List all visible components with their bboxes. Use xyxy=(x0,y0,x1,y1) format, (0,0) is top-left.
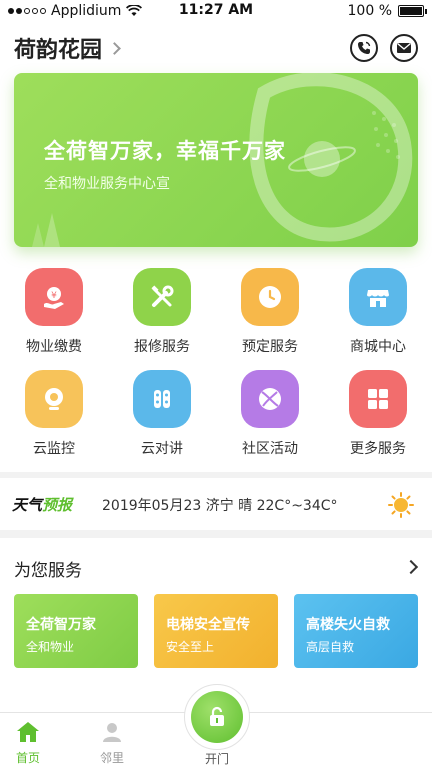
for-you-header[interactable]: 为您服务 xyxy=(14,556,419,581)
neighbors-icon xyxy=(103,723,121,742)
tab-neighbors[interactable]: 邻里 xyxy=(84,721,140,766)
card-title: 高楼失火自救 xyxy=(306,617,390,633)
tab-label: 首页 xyxy=(15,751,40,765)
service-cloud-monitor[interactable]: 云监控 xyxy=(0,370,108,458)
svg-text:¥: ¥ xyxy=(51,291,57,301)
card-title: 电梯安全宣传 xyxy=(166,617,250,633)
service-label: 云监控 xyxy=(33,441,75,457)
service-label: 更多服务 xyxy=(350,441,406,457)
for-you-cards: 全荷智万家 全和物业 电梯安全宣传 安全至上 高楼失火自救 高层自救 xyxy=(14,594,418,668)
weather-text: 2019年05月23 济宁 晴 22C°~34C° xyxy=(102,498,338,514)
banner-headline: 全荷智万家，幸福千万家 xyxy=(44,139,286,163)
payment-icon: ¥ xyxy=(25,268,83,326)
service-label: 云对讲 xyxy=(141,441,183,457)
status-bar: Applidium 11:27 AM 100 % xyxy=(0,0,432,22)
weather-logo-part2: 预报 xyxy=(42,496,73,514)
service-mall[interactable]: 商城中心 xyxy=(324,268,432,356)
service-property-payment[interactable]: ¥ 物业缴费 xyxy=(0,268,108,356)
banner-subtitle: 全和物业服务中心宣 xyxy=(44,176,170,192)
weather-bar[interactable]: 天气预报 2019年05月23 济宁 晴 22C°~34C° xyxy=(0,478,432,530)
grid-icon xyxy=(349,370,407,428)
card-fire-rescue[interactable]: 高楼失火自救 高层自救 xyxy=(294,594,418,668)
service-cloud-intercom[interactable]: 云对讲 xyxy=(108,370,216,458)
mail-icon[interactable] xyxy=(390,34,418,62)
card-subtitle: 全和物业 xyxy=(26,640,75,654)
open-door-label: 开门 xyxy=(204,752,229,766)
service-community-events[interactable]: 社区活动 xyxy=(216,370,324,458)
tab-home[interactable]: 首页 xyxy=(0,721,56,766)
weather-logo-part1: 天气 xyxy=(12,496,43,514)
battery-percent: 100 % xyxy=(347,3,392,19)
repair-icon xyxy=(133,268,191,326)
promo-banner[interactable]: 全荷智万家，幸福千万家 全和物业服务中心宣 xyxy=(14,73,418,247)
home-icon xyxy=(17,722,39,742)
community-selector[interactable]: 荷韵花园 xyxy=(14,32,121,64)
status-right: 100 % xyxy=(347,3,427,19)
intercom-icon xyxy=(133,370,191,428)
community-title: 荷韵花园 xyxy=(14,38,103,63)
card-quanhe[interactable]: 全荷智万家 全和物业 xyxy=(14,594,138,668)
clock-icon xyxy=(241,268,299,326)
card-subtitle: 高层自救 xyxy=(306,640,355,654)
service-label: 预定服务 xyxy=(242,339,298,355)
service-more[interactable]: 更多服务 xyxy=(324,370,432,458)
header-actions xyxy=(350,34,418,62)
open-door-circle xyxy=(184,684,250,750)
divider xyxy=(0,530,432,538)
battery-icon xyxy=(398,5,427,17)
service-repair[interactable]: 报修服务 xyxy=(108,268,216,356)
card-title: 全荷智万家 xyxy=(26,617,96,633)
tab-label: 邻里 xyxy=(99,751,124,765)
phone-icon[interactable] xyxy=(350,34,378,62)
sun-icon xyxy=(388,492,414,518)
ball-icon xyxy=(241,370,299,428)
service-label: 商城中心 xyxy=(350,339,406,355)
weather-logo: 天气预报 xyxy=(12,494,72,515)
camera-icon xyxy=(25,370,83,428)
store-icon xyxy=(349,268,407,326)
service-label: 报修服务 xyxy=(134,339,190,355)
header: 荷韵花园 xyxy=(14,32,418,66)
unlock-icon xyxy=(191,691,243,743)
service-booking[interactable]: 预定服务 xyxy=(216,268,324,356)
open-door-button[interactable]: 开门 xyxy=(182,684,252,768)
chevron-right-icon xyxy=(108,41,121,55)
service-label: 社区活动 xyxy=(242,441,298,457)
service-label: 物业缴费 xyxy=(26,339,82,355)
card-subtitle: 安全至上 xyxy=(166,640,215,654)
section-title: 为您服务 xyxy=(14,561,82,581)
card-elevator-safety[interactable]: 电梯安全宣传 安全至上 xyxy=(154,594,278,668)
